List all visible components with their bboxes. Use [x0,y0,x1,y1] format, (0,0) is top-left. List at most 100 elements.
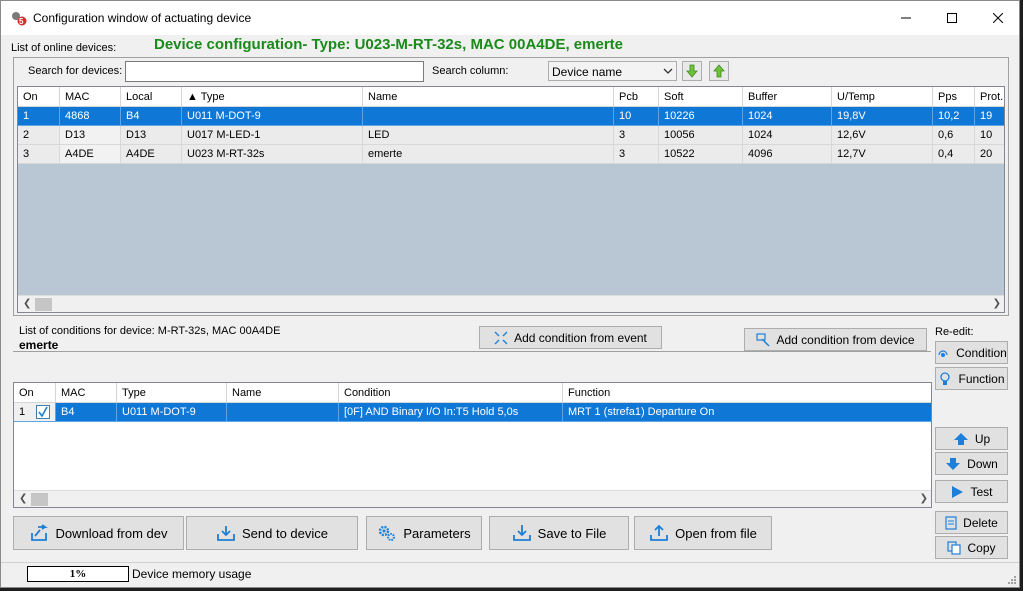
col-on[interactable]: On [18,87,60,107]
scroll-left-icon[interactable]: ❮ [19,493,27,504]
scroll-left-icon[interactable]: ❮ [23,298,31,309]
cell-type: U023 M-RT-32s [182,145,363,164]
parameters-button[interactable]: Parameters [366,516,482,550]
move-up-label: Up [974,431,991,446]
cell-on[interactable]: 1 [14,403,56,422]
condition-enabled-checkbox[interactable] [36,405,50,419]
resize-grip-icon[interactable] [1007,575,1017,585]
send-to-device-button[interactable]: Send to device [186,516,358,550]
checkmark-icon [38,406,48,418]
delete-button[interactable]: Delete [935,511,1008,534]
scroll-thumb[interactable] [35,298,52,311]
search-next-button[interactable] [682,61,702,81]
scroll-right-icon[interactable]: ❯ [920,493,928,504]
save-to-file-label: Save to File [537,525,607,541]
online-table-hscrollbar[interactable]: ❮ ❯ [18,295,1004,312]
col-prot[interactable]: Prot. [975,87,1004,107]
col-condition[interactable]: Condition [339,383,563,403]
col-local[interactable]: Local [121,87,182,107]
col-mac[interactable]: MAC [56,383,117,403]
cell-pps: 10,2 [933,107,975,126]
save-download-icon [512,524,532,542]
cell-mac: B4 [56,403,117,422]
cell-local: A4DE [121,145,182,164]
close-icon [993,13,1003,23]
col-type[interactable]: Type [117,383,227,403]
col-utemp[interactable]: U/Temp [832,87,933,107]
col-mac[interactable]: MAC [60,87,121,107]
search-prev-button[interactable] [709,61,729,81]
cell-prot: 20 [975,145,1004,164]
add-condition-from-device-label: Add condition from device [776,332,915,347]
cell-local: B4 [121,107,182,126]
arrow-down-icon [945,457,961,471]
cell-soft: 10522 [659,145,743,164]
col-name[interactable]: Name [227,383,339,403]
test-button[interactable]: Test [935,480,1008,503]
cell-on: 1 [18,107,60,126]
device-configuration-title: Device configuration- Type: U023-M-RT-32… [154,36,624,53]
cell-buffer: 1024 [743,126,832,145]
send-to-device-label: Send to device [241,525,328,541]
cell-name: LED [363,126,614,145]
col-name[interactable]: Name [363,87,614,107]
cell-local: D13 [121,126,182,145]
col-pps[interactable]: Pps [933,87,975,107]
search-devices-input[interactable] [125,61,424,82]
move-up-button[interactable]: Up [935,427,1008,450]
parameters-label: Parameters [403,525,471,541]
reedit-function-button[interactable]: Function [935,367,1008,390]
cell-function: MRT 1 (strefa1) Departure On [563,403,931,422]
cell-utemp: 12,6V [832,126,933,145]
search-column-label: Search column: [432,65,509,77]
close-button[interactable] [975,1,1021,35]
col-buffer[interactable]: Buffer [743,87,832,107]
open-from-file-button[interactable]: Open from file [634,516,772,550]
minimize-icon [901,17,911,19]
cell-name: emerte [363,145,614,164]
bulb-icon [938,371,952,386]
move-down-button[interactable]: Down [935,452,1008,475]
col-soft[interactable]: Soft [659,87,743,107]
col-function[interactable]: Function [563,383,931,403]
save-to-file-button[interactable]: Save to File [489,516,629,550]
play-icon [950,485,964,499]
col-on[interactable]: On [14,383,56,403]
scroll-thumb[interactable] [31,493,48,506]
maximize-button[interactable] [929,1,975,35]
delete-label: Delete [963,515,998,530]
conditions-device-name: emerte [19,338,59,352]
add-condition-from-event-label: Add condition from event [514,330,647,345]
cell-pps: 0,4 [933,145,975,164]
minimize-button[interactable] [883,1,929,35]
chevron-down-icon [663,68,673,74]
search-column-select[interactable]: Device name [548,61,677,81]
title-bar: 5 Configuration window of actuating devi… [1,1,1019,35]
copy-button[interactable]: Copy [935,536,1008,559]
svg-text:5: 5 [19,17,24,26]
signal-waves-icon [936,346,950,360]
cell-prot: 19 [975,107,1004,126]
cell-name [227,403,339,422]
cell-on: 2 [18,126,60,145]
add-condition-from-device-button[interactable]: Add condition from device [744,328,927,351]
arrow-up-green-icon [713,64,725,78]
reedit-condition-button[interactable]: Condition [935,341,1008,364]
window-title: Configuration window of actuating device [33,11,252,25]
move-down-label: Down [967,456,998,471]
search-column-value: Device name [552,65,623,79]
condition-index: 1 [19,406,26,418]
memory-usage-meter: 1% [27,566,129,582]
cell-type: U017 M-LED-1 [182,126,363,145]
download-box-icon [30,524,50,542]
add-condition-from-event-button[interactable]: Add condition from event [479,326,662,349]
col-pcb[interactable]: Pcb [614,87,659,107]
cell-utemp: 12,7V [832,145,933,164]
cell-soft: 10056 [659,126,743,145]
cell-buffer: 4096 [743,145,832,164]
conditions-table-hscrollbar[interactable]: ❮ ❯ [14,490,931,507]
download-from-device-button[interactable]: Download from dev [13,516,184,550]
col-type[interactable]: ▲ Type [182,87,363,107]
scroll-right-icon[interactable]: ❯ [993,298,1001,309]
test-label: Test [970,484,993,499]
